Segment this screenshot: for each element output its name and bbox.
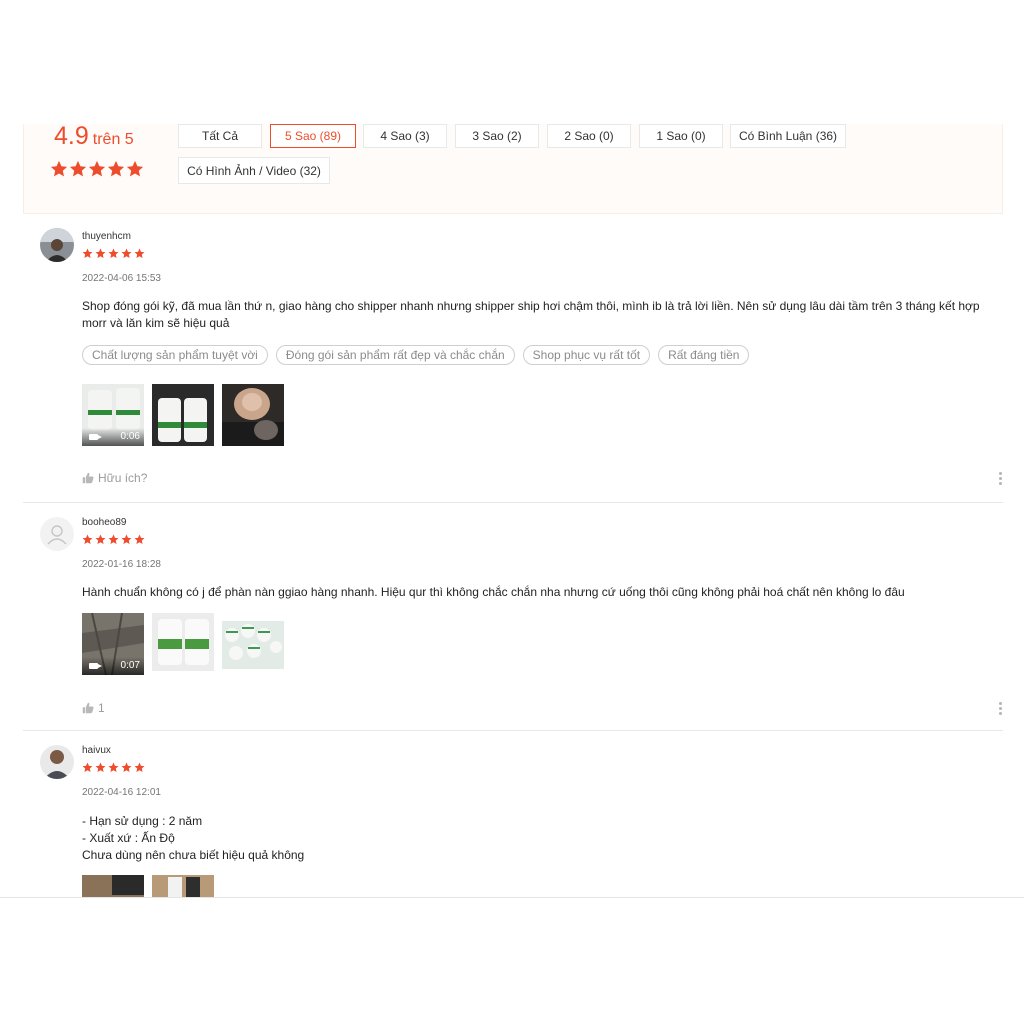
rating-stars [50,160,144,178]
video-camera-icon [89,663,102,669]
review-tag: Đóng gói sản phẩm rất đẹp và chắc chắn [275,345,515,365]
video-camera-icon [89,434,102,440]
rating-score: 4.9 trên 5 [54,124,134,151]
filter-4-star[interactable]: 4 Sao (3) [363,124,447,148]
review-item: booheo89 2022-01-16 18:28 Hành chuẩn khô… [23,503,1003,731]
star-icon [82,762,93,773]
product-ratings-panel: 4.9 trên 5 Tất Cả 5 Sao (89) 4 Sao (3) 3 … [0,124,1024,898]
helpful-button[interactable]: 1 [82,701,105,715]
review-text: Hành chuẩn không có j để phàn nàn ggiao … [82,585,905,599]
rating-overview: 4.9 trên 5 Tất Cả 5 Sao (89) 4 Sao (3) 3 … [23,124,1003,214]
review-date: 2022-04-06 15:53 [82,273,161,284]
more-vertical-icon[interactable] [999,472,1003,487]
rating-score-suffix: trên 5 [92,131,134,148]
review-text: - Hạn sử dụng : 2 năm - Xuất xứ : Ấn Độ … [82,813,1007,864]
review-video-thumbnail[interactable]: 0:07 [82,613,144,675]
thumbs-up-icon [82,472,94,484]
review-text: Shop đóng gói kỹ, đã mua lần thứ n, giao… [82,299,980,330]
review-username[interactable]: thuyenhcm [82,231,131,242]
star-icon [69,160,87,177]
avatar[interactable] [40,228,74,262]
video-overlay: 0:07 [82,657,144,675]
review-tag: Shop phục vụ rất tốt [522,345,651,365]
star-icon [50,160,68,177]
review-date: 2022-04-16 12:01 [82,787,161,798]
star-icon [134,762,145,773]
filter-all[interactable]: Tất Cả [178,124,262,148]
review-stars [82,248,145,259]
star-icon [95,762,106,773]
star-icon [126,160,144,177]
helpful-button[interactable]: Hữu ích? [82,471,147,485]
video-overlay: 0:06 [82,428,144,446]
star-icon [107,160,125,177]
review-tag: Chất lượng sản phẩm tuyệt vời [82,345,268,365]
star-icon [108,534,119,545]
video-duration: 0:06 [120,431,140,442]
filter-2-star[interactable]: 2 Sao (0) [547,124,631,148]
review-username[interactable]: booheo89 [82,517,127,528]
star-icon [108,762,119,773]
avatar[interactable] [40,745,74,779]
star-icon [95,534,106,545]
more-vertical-icon[interactable] [999,702,1003,717]
review-text-line: - Hạn sử dụng : 2 năm [82,814,203,828]
filter-with-media[interactable]: Có Hình Ảnh / Video (32) [178,157,330,184]
star-icon [121,762,132,773]
helpful-label: Hữu ích? [98,471,148,485]
review-item: thuyenhcm 2022-04-06 15:53 Shop đóng gói… [23,214,1003,503]
filter-5-star[interactable]: 5 Sao (89) [270,124,356,148]
star-icon [108,248,119,259]
star-icon [121,248,132,259]
review-stars [82,762,145,773]
video-duration: 0:07 [120,660,140,671]
rating-score-value: 4.9 [54,124,89,150]
review-text-line: - Xuất xứ : Ấn Độ [82,831,175,845]
filter-with-comment[interactable]: Có Bình Luận (36) [730,124,846,148]
filter-1-star[interactable]: 1 Sao (0) [639,124,723,148]
filter-3-star[interactable]: 3 Sao (2) [455,124,539,148]
review-tags: Chất lượng sản phẩm tuyệt vời Đóng gói s… [82,345,750,365]
review-image-thumbnail[interactable] [152,384,214,446]
review-date: 2022-01-16 18:28 [82,559,161,570]
review-tag: Rất đáng tiền [658,345,750,365]
review-text-line: Chưa dùng nên chưa biết hiệu quả không [82,848,305,862]
star-icon [134,248,145,259]
review-video-thumbnail[interactable]: 0:06 [82,384,144,446]
thumbs-up-icon [82,702,94,714]
default-avatar-icon[interactable] [40,517,74,551]
star-icon [95,248,106,259]
star-icon [121,534,132,545]
review-image-thumbnail[interactable] [152,875,214,897]
star-icon [82,534,93,545]
star-icon [134,534,145,545]
review-username[interactable]: haivux [82,745,111,756]
review-image-thumbnail[interactable] [222,384,284,446]
review-image-thumbnail[interactable] [82,875,144,897]
review-image-thumbnail[interactable] [152,613,214,671]
star-icon [82,248,93,259]
review-item: haivux 2022-04-16 12:01 - Hạn sử dụng : … [23,731,1003,897]
star-icon [88,160,106,177]
review-stars [82,534,145,545]
review-image-thumbnail[interactable] [222,621,284,669]
helpful-count: 1 [98,701,105,715]
